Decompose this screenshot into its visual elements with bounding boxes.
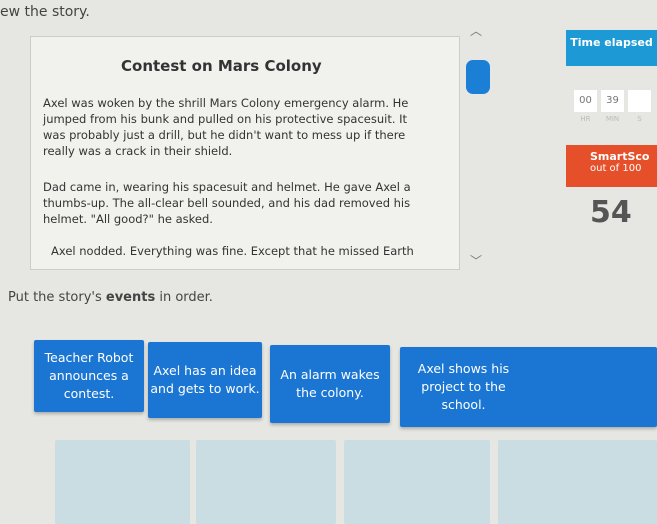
smartscore-value: 54 bbox=[590, 195, 632, 230]
prompt-bold: events bbox=[105, 290, 156, 305]
sidebar: Time elapsed 00 39 HR MIN S SmartSco out o… bbox=[566, 30, 657, 230]
instruction-top: ew the story. bbox=[0, 4, 90, 20]
minutes-value: 39 bbox=[601, 90, 624, 112]
event-card[interactable]: Axel shows his project to the school. bbox=[400, 347, 657, 427]
hours-value: 00 bbox=[574, 90, 597, 112]
scrollbar-thumb[interactable] bbox=[466, 60, 490, 94]
event-card[interactable]: Axel has an idea and gets to work. bbox=[148, 342, 262, 418]
story-paragraph: Axel was woken by the shrill Mars Colony… bbox=[43, 96, 409, 158]
scroll-down-icon[interactable]: ﹀ bbox=[470, 252, 482, 269]
smartscore-label: SmartSco bbox=[590, 150, 650, 163]
seconds-value bbox=[628, 90, 651, 112]
story-paragraph: Axel nodded. Everything was fine. Except… bbox=[51, 244, 414, 258]
event-card[interactable]: Teacher Robot announces a contest. bbox=[34, 340, 144, 412]
smartscore-out-of: out of 100 bbox=[590, 163, 642, 174]
prompt-prefix: Put the story's bbox=[8, 290, 106, 305]
answer-slot[interactable] bbox=[55, 440, 190, 524]
event-card-text: Axel shows his project to the school. bbox=[417, 361, 510, 412]
sec-label: S bbox=[637, 115, 642, 123]
hr-label: HR bbox=[580, 115, 591, 123]
answer-slot[interactable] bbox=[498, 440, 657, 524]
min-label: MIN bbox=[605, 115, 620, 123]
story-paragraph: Dad came in, wearing his spacesuit and h… bbox=[43, 180, 411, 226]
story-title: Contest on Mars Colony bbox=[121, 57, 322, 75]
answer-slot[interactable] bbox=[344, 440, 490, 524]
answer-slot[interactable] bbox=[196, 440, 336, 524]
story-panel: Contest on Mars Colony Axel was woken by… bbox=[30, 36, 460, 270]
event-card[interactable]: An alarm wakes the colony. bbox=[270, 345, 390, 423]
scroll-up-icon[interactable]: ︿ bbox=[470, 22, 482, 39]
prompt-suffix: in order. bbox=[155, 290, 213, 305]
question-prompt: Put the story's events in order. bbox=[8, 290, 213, 305]
smartscore-header: SmartSco out of 100 bbox=[566, 145, 657, 187]
time-elapsed-header: Time elapsed bbox=[566, 30, 657, 66]
